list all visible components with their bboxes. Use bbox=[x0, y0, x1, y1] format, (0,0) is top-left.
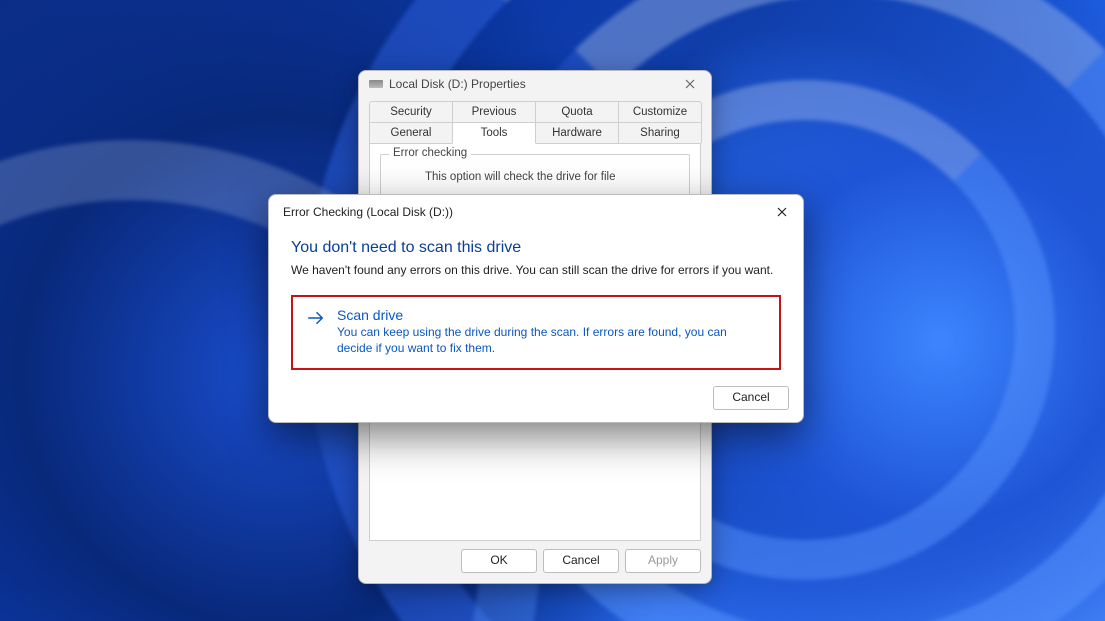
tab-customize[interactable]: Customize bbox=[618, 101, 702, 122]
error-checking-group: Error checking This option will check th… bbox=[380, 154, 690, 198]
error-checking-close-button[interactable] bbox=[767, 200, 797, 224]
close-icon bbox=[685, 79, 695, 89]
tab-quota[interactable]: Quota bbox=[535, 101, 619, 122]
properties-close-button[interactable] bbox=[675, 73, 705, 95]
tab-general[interactable]: General bbox=[369, 122, 453, 143]
error-checking-dialog: Error Checking (Local Disk (D:)) You don… bbox=[268, 194, 804, 423]
group-description: This option will check the drive for fil… bbox=[425, 171, 679, 183]
error-checking-titlebar[interactable]: Error Checking (Local Disk (D:)) bbox=[269, 195, 803, 229]
properties-title: Local Disk (D:) Properties bbox=[389, 77, 675, 91]
dialog-subtext: We haven't found any errors on this driv… bbox=[291, 263, 781, 277]
close-icon bbox=[777, 207, 787, 217]
cancel-button[interactable]: Cancel bbox=[543, 549, 619, 573]
group-title: Error checking bbox=[389, 147, 471, 159]
tab-tools[interactable]: Tools bbox=[452, 122, 536, 144]
dialog-heading: You don't need to scan this drive bbox=[291, 239, 781, 257]
tab-previous-versions[interactable]: Previous Versions bbox=[452, 101, 536, 122]
scan-drive-option[interactable]: Scan drive You can keep using the drive … bbox=[291, 295, 781, 370]
tab-hardware[interactable]: Hardware bbox=[535, 122, 619, 143]
scan-drive-title: Scan drive bbox=[337, 307, 765, 323]
error-checking-title: Error Checking (Local Disk (D:)) bbox=[283, 205, 767, 219]
scan-drive-description: You can keep using the drive during the … bbox=[337, 325, 765, 356]
properties-titlebar[interactable]: Local Disk (D:) Properties bbox=[359, 71, 711, 97]
ok-button[interactable]: OK bbox=[461, 549, 537, 573]
tab-security[interactable]: Security bbox=[369, 101, 453, 122]
drive-icon bbox=[369, 80, 383, 88]
arrow-right-icon bbox=[307, 309, 325, 327]
apply-button[interactable]: Apply bbox=[625, 549, 701, 573]
error-checking-cancel-button[interactable]: Cancel bbox=[713, 386, 789, 410]
tab-sharing[interactable]: Sharing bbox=[618, 122, 702, 143]
